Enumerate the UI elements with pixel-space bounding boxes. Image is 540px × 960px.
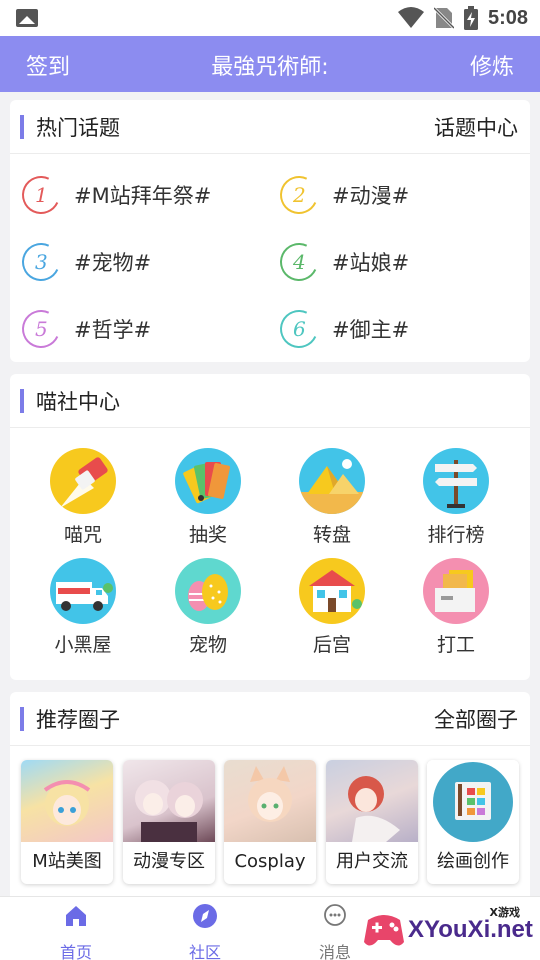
compass-icon (193, 904, 217, 928)
home-icon (66, 906, 86, 926)
circle-label: M站美图 (32, 851, 102, 872)
watermark-text: XYouXi.net (408, 916, 533, 943)
anime-redhead-thumbnail (326, 760, 418, 842)
section-accent-bar (20, 115, 24, 139)
circle-card[interactable]: Cosplay (224, 760, 316, 884)
grid-item-work[interactable]: 打工 (406, 558, 506, 668)
circles-title: 推荐圈子 (36, 708, 120, 732)
grid-item-label: 转盘 (312, 524, 351, 546)
watermark-small-text: X游戏 (489, 906, 520, 919)
grid-item-label: 抽奖 (188, 524, 227, 546)
topic-label: #M站拜年祭# (74, 184, 212, 208)
gamepad-logo-icon (364, 915, 404, 946)
battery-icon (463, 6, 478, 30)
topic-item[interactable]: 1 #M站拜年祭# (16, 170, 262, 220)
section-accent-bar (20, 707, 24, 731)
grid-item-ranking[interactable]: 排行榜 (406, 448, 506, 558)
grid-item-wheel[interactable]: 转盘 (282, 448, 382, 558)
nav-home[interactable]: 首页 (36, 903, 116, 960)
cultivate-button[interactable]: 修炼 (470, 49, 514, 81)
color-cards-icon (175, 448, 241, 514)
miao-center-card: 喵社中心 喵咒 抽奖 转盘 排行榜 小黑屋 宠物 后宫 打工 (10, 374, 530, 680)
hot-topics-title: 热门话题 (36, 116, 120, 140)
top-bar: 签到 最強咒術師: 修炼 (0, 36, 540, 92)
status-time: 5:08 (487, 6, 528, 29)
anime-girl-blonde-thumbnail (21, 760, 113, 842)
grid-item-label: 打工 (436, 634, 475, 656)
nav-label: 首页 (59, 943, 92, 960)
grid-item-lottery[interactable]: 抽奖 (158, 448, 258, 558)
grid-item-label: 宠物 (188, 634, 227, 656)
topic-label: #宠物# (74, 251, 152, 275)
site-watermark: XYouXi.net X游戏 (362, 902, 534, 958)
status-bar: 5:08 (0, 0, 540, 36)
eggs-icon (175, 558, 241, 624)
chat-icon (324, 904, 346, 926)
grid-item-label: 后宫 (312, 634, 351, 656)
pyramid-icon (299, 448, 365, 514)
topic-rank-badge: 3 (16, 237, 66, 287)
grid-item-harem[interactable]: 后宫 (282, 558, 382, 668)
topic-label: #哲学# (74, 318, 152, 342)
topic-item[interactable]: 4 #站娘# (274, 237, 520, 287)
wifi-icon (397, 7, 424, 28)
grid-item-label: 小黑屋 (54, 634, 112, 656)
palette-thumbnail (427, 760, 519, 842)
status-icons: 5:08 (397, 4, 528, 32)
no-sim-icon (433, 6, 454, 30)
topic-label: #御主# (332, 318, 410, 342)
all-circles-link[interactable]: 全部圈子 (434, 704, 518, 734)
house-icon (299, 558, 365, 624)
topic-center-link[interactable]: 话题中心 (434, 112, 518, 142)
circle-label: 绘画创作 (437, 851, 509, 872)
grid-item-blackroom[interactable]: 小黑屋 (33, 558, 133, 668)
topic-item[interactable]: 5 #哲学# (16, 304, 262, 354)
topic-label: #动漫# (332, 184, 410, 208)
topic-item[interactable]: 3 #宠物# (16, 237, 262, 287)
section-accent-bar (20, 389, 24, 413)
eraser-icon (50, 448, 116, 514)
topic-label: #站娘# (332, 251, 410, 275)
topic-rank-badge: 1 (16, 170, 66, 220)
topic-item[interactable]: 6 #御主# (274, 304, 520, 354)
image-notification-icon (16, 9, 38, 27)
miao-center-title: 喵社中心 (36, 390, 120, 414)
nav-label: 社区 (188, 943, 221, 960)
circle-label: Cosplay (234, 851, 306, 872)
truck-icon (50, 558, 116, 624)
circles-header: 推荐圈子 全部圈子 (10, 692, 530, 746)
circle-label: 用户交流 (336, 851, 408, 872)
anime-catgirl-thumbnail (224, 760, 316, 842)
topic-rank-badge: 6 (274, 304, 324, 354)
grid-item-label: 排行榜 (427, 524, 485, 546)
topic-rank-badge: 2 (274, 170, 324, 220)
circles-card: 推荐圈子 全部圈子 M站美图 动漫专区 Cosplay 用户交流 绘画创作 (10, 692, 530, 902)
signpost-icon (423, 448, 489, 514)
user-title: 最強咒術師: (211, 55, 329, 80)
circle-card[interactable]: 绘画创作 (427, 760, 519, 884)
miao-center-header: 喵社中心 (10, 374, 530, 428)
grid-item-miaozhou[interactable]: 喵咒 (33, 448, 133, 558)
circle-card[interactable]: 用户交流 (326, 760, 418, 884)
circle-card[interactable]: 动漫专区 (123, 760, 215, 884)
grid-item-pet[interactable]: 宠物 (158, 558, 258, 668)
hot-topics-card: 热门话题 话题中心 1 #M站拜年祭# 2 #动漫# 3 #宠物# 4 #站娘#… (10, 100, 530, 362)
grid-item-label: 喵咒 (63, 524, 102, 546)
topic-rank-badge: 4 (274, 237, 324, 287)
topic-rank-badge: 5 (16, 304, 66, 354)
circle-label: 动漫专区 (133, 851, 205, 872)
circle-card[interactable]: M站美图 (21, 760, 113, 884)
topic-item[interactable]: 2 #动漫# (274, 170, 520, 220)
hot-topics-header: 热门话题 话题中心 (10, 100, 530, 154)
nav-community[interactable]: 社区 (165, 903, 245, 960)
anime-twins-thumbnail (123, 760, 215, 842)
files-icon (423, 558, 489, 624)
